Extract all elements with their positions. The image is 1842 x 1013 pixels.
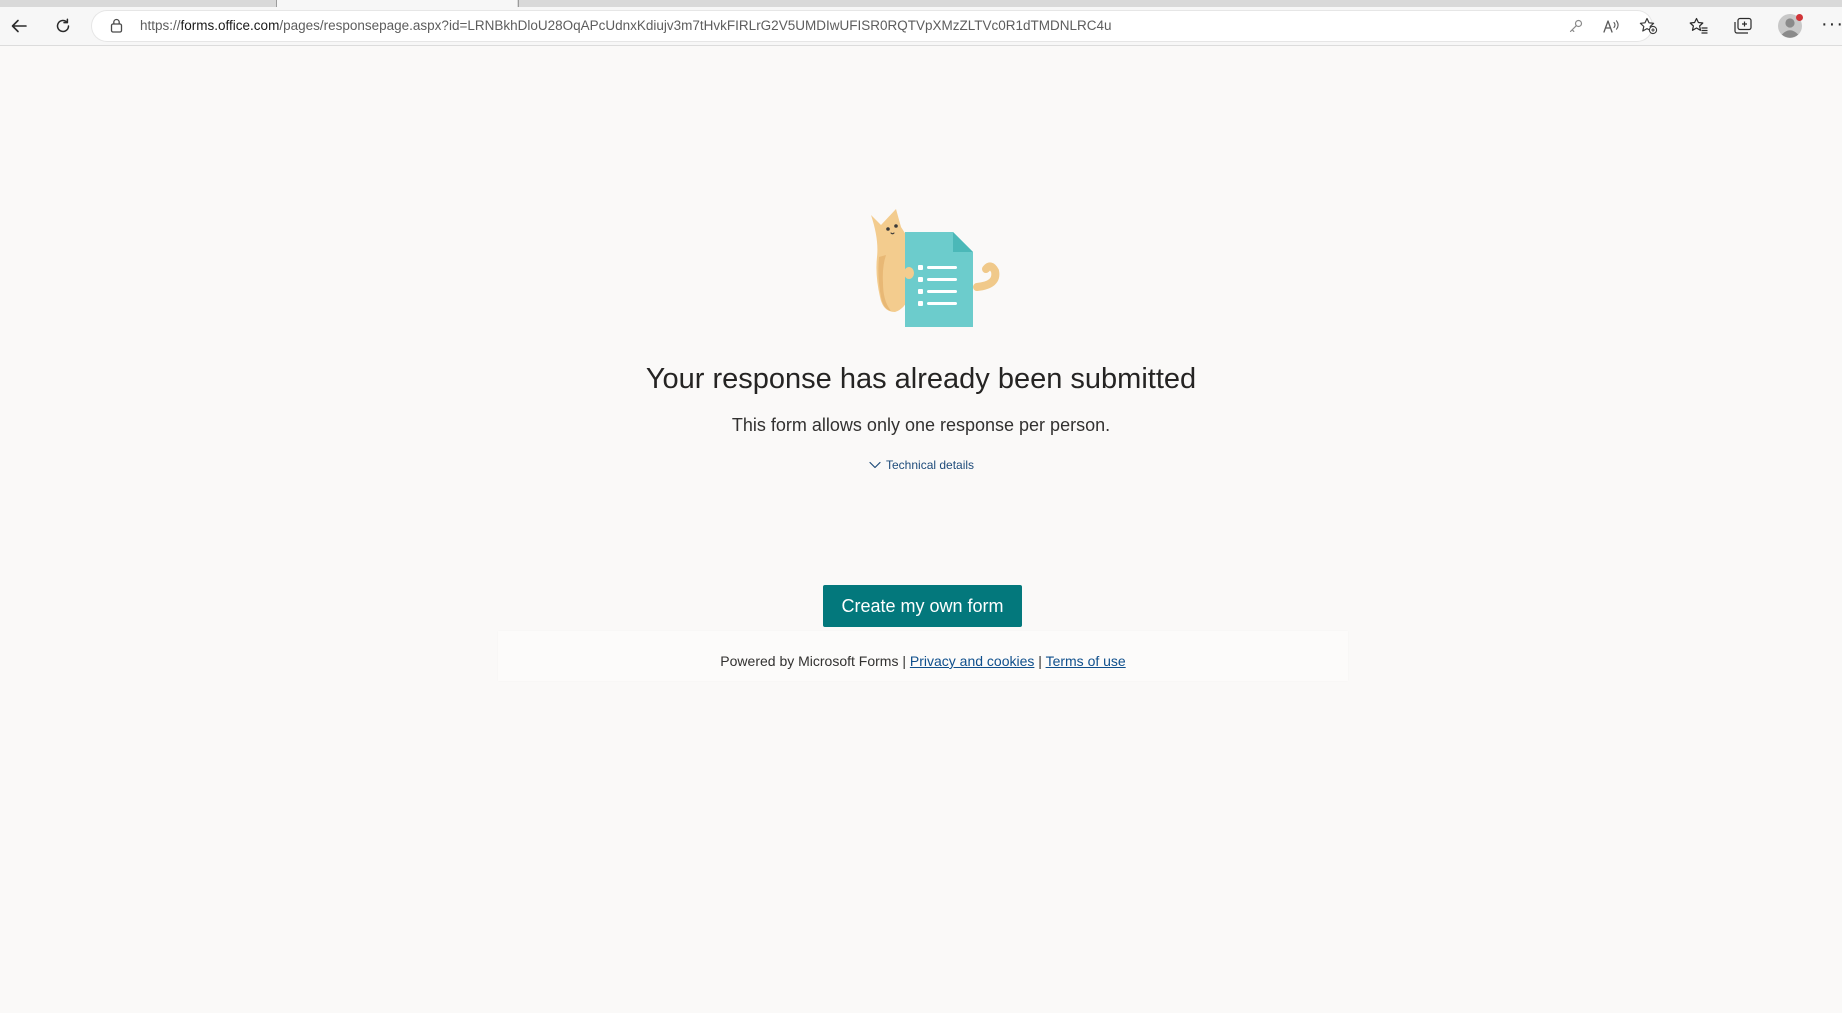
create-my-own-form-button[interactable]: Create my own form (823, 585, 1022, 627)
technical-details-label: Technical details (886, 458, 974, 472)
more-icon[interactable]: ··· (1821, 17, 1842, 31)
terms-of-use-link[interactable]: Terms of use (1046, 653, 1126, 669)
tab-separator (518, 0, 519, 7)
active-tab[interactable] (277, 0, 517, 7)
key-icon (1568, 18, 1584, 34)
privacy-and-cookies-link[interactable]: Privacy and cookies (910, 653, 1035, 669)
footer-separator: | (1034, 653, 1045, 669)
password-key-button[interactable] (1566, 16, 1586, 36)
collections-button[interactable] (1729, 12, 1757, 40)
back-button[interactable] (5, 12, 33, 40)
back-icon (10, 17, 28, 35)
page-subtitle: This form allows only one response per p… (0, 415, 1842, 436)
tab-strip (0, 0, 1842, 7)
add-favorite-button[interactable] (1638, 16, 1658, 36)
refresh-icon (54, 17, 72, 35)
page-title: Your response has already been submitted (0, 363, 1842, 396)
footer-text: Powered by Microsoft Forms | Privacy and… (498, 653, 1348, 669)
read-aloud-icon (1602, 18, 1620, 34)
cat-form-illustration (865, 205, 1001, 329)
lock-icon[interactable] (110, 18, 123, 33)
url-domain: forms.office.com (181, 18, 280, 33)
notification-dot (1796, 14, 1803, 21)
browser-toolbar: https://forms.office.com/pages/responsep… (0, 7, 1842, 46)
footer: Powered by Microsoft Forms | Privacy and… (498, 631, 1348, 681)
favorites-icon (1689, 17, 1709, 35)
collections-icon (1733, 17, 1753, 35)
url-prefix: https:// (140, 18, 181, 33)
favorites-button[interactable] (1685, 12, 1713, 40)
add-favorite-icon (1639, 17, 1658, 35)
technical-details-toggle[interactable]: Technical details (869, 457, 974, 473)
url-text[interactable]: https://forms.office.com/pages/responsep… (140, 18, 1112, 33)
refresh-button[interactable] (49, 12, 77, 40)
address-bar[interactable]: https://forms.office.com/pages/responsep… (92, 11, 1652, 41)
powered-by-text: Powered by Microsoft Forms | (720, 653, 910, 669)
read-aloud-button[interactable] (1601, 16, 1621, 36)
chevron-down-icon (869, 461, 881, 469)
url-path: /pages/responsepage.aspx?id=LRNBkhDloU28… (279, 18, 1111, 33)
